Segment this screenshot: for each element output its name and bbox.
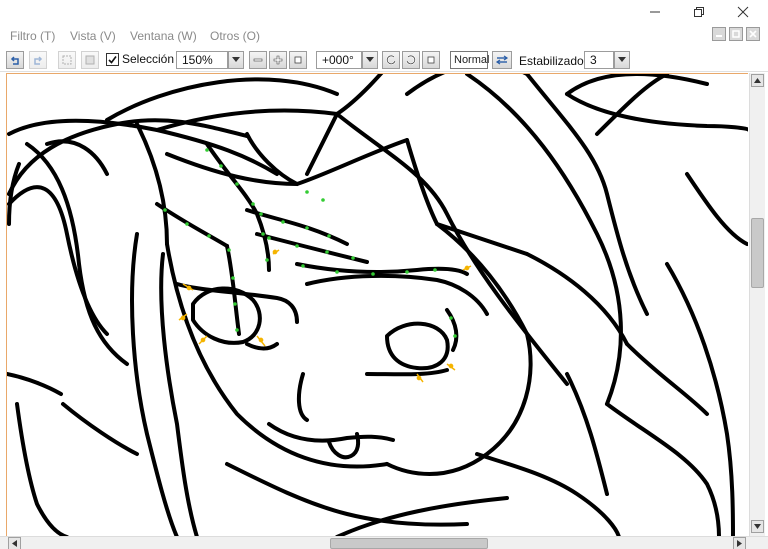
rotation-reset-button[interactable]: [422, 51, 440, 69]
selection-checkbox[interactable]: [106, 52, 119, 66]
square-icon: [427, 56, 435, 64]
rotation-dropdown-button[interactable]: [362, 51, 378, 69]
triangle-left-icon: [12, 540, 17, 547]
horizontal-scrollbar[interactable]: [0, 536, 768, 549]
vertical-scroll-thumb[interactable]: [751, 218, 764, 288]
drawing-canvas[interactable]: [6, 73, 748, 536]
invert-selection-icon: [85, 55, 95, 65]
zoom-select[interactable]: 150%: [176, 51, 228, 69]
line-art-drawing: [7, 74, 748, 536]
rotate-right-icon: [406, 54, 416, 65]
triangle-up-icon: [754, 78, 761, 83]
mdi-minimize-button[interactable]: [712, 27, 726, 41]
flip-horizontal-icon: [495, 55, 509, 65]
selection-toggle[interactable]: Selección: [106, 52, 174, 66]
zoom-dropdown-button[interactable]: [228, 51, 244, 69]
undo-button[interactable]: [6, 51, 24, 69]
menu-bar: Filtro (T) Vista (V) Ventana (W) Otros (…: [0, 24, 768, 48]
deselect-icon: [62, 55, 72, 65]
stabilizer-select[interactable]: 3: [584, 51, 614, 69]
stabilizer-label: Estabilizador: [519, 54, 588, 68]
minimize-icon: [650, 11, 660, 13]
deselect-button[interactable]: [58, 51, 76, 69]
zoom-out-button[interactable]: [249, 51, 267, 69]
vector-points: [163, 148, 457, 338]
restore-button[interactable]: [676, 0, 722, 24]
mdi-restore-button[interactable]: [729, 27, 743, 41]
minimize-button[interactable]: [632, 0, 678, 24]
rotate-left-icon: [386, 54, 396, 65]
scroll-down-button[interactable]: [751, 520, 764, 533]
scroll-left-button[interactable]: [8, 537, 21, 549]
selection-label: Selección: [122, 52, 175, 66]
rotation-select[interactable]: +000°: [316, 51, 362, 69]
checkmark-icon: [108, 55, 117, 64]
triangle-right-icon: [737, 540, 742, 547]
restore-icon: [694, 7, 704, 17]
chevron-down-icon: [232, 57, 240, 62]
rotate-left-button[interactable]: [382, 51, 400, 69]
invert-selection-button[interactable]: [81, 51, 99, 69]
redo-button[interactable]: [29, 51, 47, 69]
chevron-down-icon: [366, 57, 374, 62]
menu-otros[interactable]: Otros (O): [210, 29, 260, 43]
zoom-reset-button[interactable]: [289, 51, 307, 69]
triangle-down-icon: [754, 524, 761, 529]
restore-icon: [732, 30, 740, 38]
close-icon: [749, 30, 757, 38]
zoom-in-button[interactable]: [269, 51, 287, 69]
minus-icon: [253, 58, 263, 62]
title-bar: [0, 0, 768, 24]
flip-horizontal-button[interactable]: [492, 51, 512, 69]
close-icon: [737, 6, 749, 18]
scroll-right-button[interactable]: [733, 537, 746, 549]
menu-filtro[interactable]: Filtro (T): [10, 29, 55, 43]
minimize-icon: [716, 35, 722, 37]
vertical-scrollbar[interactable]: [749, 73, 765, 536]
mdi-close-button[interactable]: [746, 27, 760, 41]
scroll-up-button[interactable]: [751, 74, 764, 87]
rotate-right-button[interactable]: [402, 51, 420, 69]
undo-icon: [10, 56, 19, 65]
menu-ventana[interactable]: Ventana (W): [130, 29, 197, 43]
toolbar: Selección 150% +000° Normal Estabilizado…: [0, 48, 768, 72]
blend-mode-button[interactable]: Normal: [450, 51, 489, 69]
menu-vista[interactable]: Vista (V): [70, 29, 116, 43]
stabilizer-dropdown-button[interactable]: [614, 51, 630, 69]
horizontal-scroll-thumb[interactable]: [330, 538, 488, 549]
redo-icon: [34, 56, 43, 65]
close-button[interactable]: [720, 0, 766, 24]
chevron-down-icon: [618, 57, 626, 62]
square-icon: [294, 56, 302, 64]
plus-icon: [273, 55, 283, 65]
